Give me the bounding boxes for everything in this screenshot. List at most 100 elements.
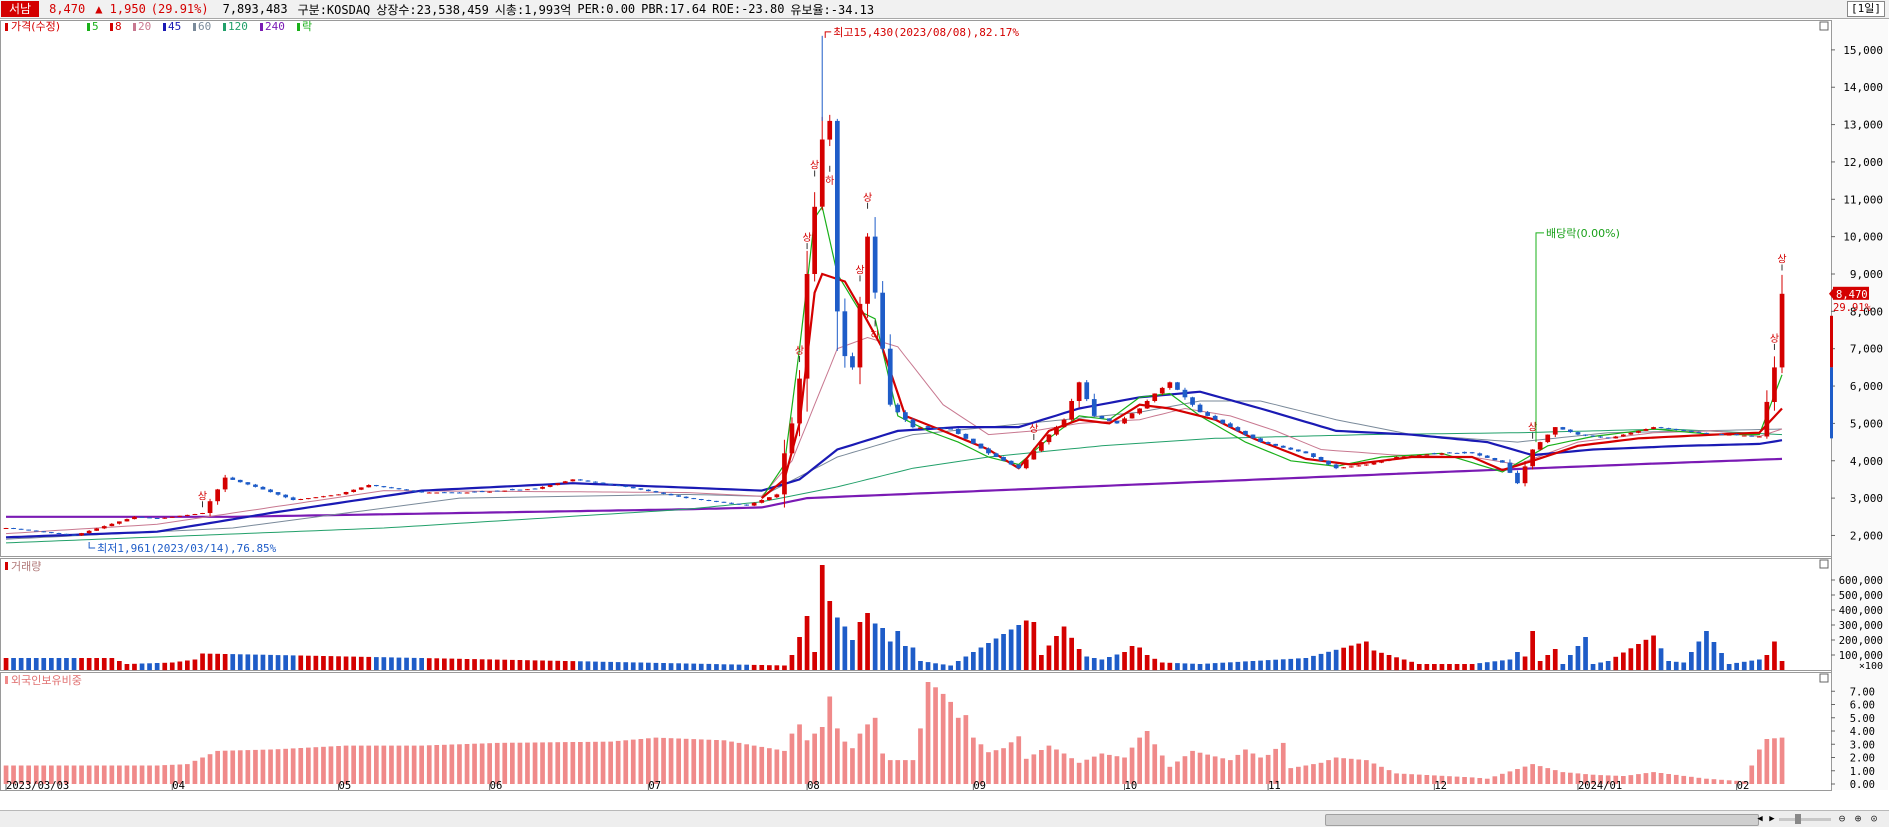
foreign-bar bbox=[955, 717, 961, 785]
foreign-bar bbox=[918, 728, 923, 784]
candle bbox=[283, 494, 288, 498]
pbr-value: PBR:17.64 bbox=[641, 2, 707, 16]
volume-bar bbox=[1318, 653, 1324, 670]
volume-bar bbox=[1454, 664, 1460, 670]
volume-bar bbox=[147, 663, 152, 671]
foreign-bar bbox=[721, 740, 727, 784]
foreign-bar bbox=[759, 746, 765, 784]
volume-bar bbox=[835, 617, 840, 670]
foreign-bar bbox=[880, 753, 885, 784]
scrollbar-thumb[interactable] bbox=[1325, 814, 1759, 826]
volume-bar bbox=[502, 659, 508, 670]
volume-bar bbox=[1190, 663, 1195, 670]
foreign-bar bbox=[1757, 749, 1762, 784]
foreign-bar bbox=[1069, 758, 1074, 784]
foreign-bar bbox=[578, 742, 583, 784]
foreign-bar bbox=[789, 733, 795, 784]
foreign-bar bbox=[1643, 773, 1649, 784]
volume-bar bbox=[487, 659, 492, 670]
foreign-bar bbox=[1711, 779, 1717, 784]
foreign-bar bbox=[993, 750, 999, 784]
foreign-bar bbox=[593, 741, 598, 784]
foreign-bar bbox=[1054, 749, 1059, 784]
foreign-bar bbox=[1681, 775, 1687, 784]
candle bbox=[1341, 467, 1346, 469]
candle bbox=[887, 348, 893, 405]
stock-chart[interactable]: 2,0003,0004,0005,0006,0007,0008,0009,000… bbox=[0, 19, 1889, 810]
volume-bar bbox=[857, 622, 863, 670]
candle bbox=[328, 495, 334, 497]
foreign-bar bbox=[827, 696, 833, 784]
volume-bar bbox=[479, 659, 485, 670]
foreign-bar bbox=[336, 746, 341, 784]
panel-button bbox=[1819, 673, 1829, 683]
foreign-bar bbox=[1537, 766, 1543, 784]
period-selector[interactable]: [1일] bbox=[1847, 1, 1885, 17]
candle bbox=[1605, 437, 1611, 439]
legend-ma-label: 240 bbox=[265, 20, 285, 33]
volume-bar bbox=[1568, 655, 1573, 670]
volume-bar bbox=[200, 653, 205, 670]
price-panel bbox=[0, 20, 1832, 557]
foreign-bar bbox=[472, 743, 477, 784]
candle bbox=[1084, 382, 1090, 400]
zoom-reset-icon[interactable]: ⊙ bbox=[1867, 812, 1881, 826]
foreign-bar bbox=[185, 764, 190, 784]
candle bbox=[1046, 434, 1052, 443]
foreign-bar bbox=[358, 745, 364, 784]
foreign-bar bbox=[767, 748, 772, 784]
foreign-bar bbox=[1039, 750, 1044, 784]
foreign-bar bbox=[449, 744, 455, 784]
candle bbox=[646, 489, 651, 492]
zoom-in-icon[interactable]: ⊕ bbox=[1851, 812, 1865, 826]
candle bbox=[1167, 382, 1173, 388]
candle bbox=[1175, 382, 1180, 390]
price-tick-label: 9,000 bbox=[1850, 268, 1883, 281]
volume-bar bbox=[1273, 659, 1278, 670]
volume-bar bbox=[358, 656, 364, 670]
candle bbox=[1484, 455, 1490, 458]
volume-bar bbox=[1144, 655, 1150, 670]
candle bbox=[971, 438, 976, 444]
zoom-out-icon[interactable]: ⊖ bbox=[1835, 812, 1849, 826]
candle bbox=[321, 496, 326, 498]
candle bbox=[1560, 427, 1566, 430]
legend-ma-marker bbox=[163, 23, 166, 31]
legend-ma-marker bbox=[87, 23, 90, 31]
zoom-slider[interactable] bbox=[1779, 818, 1831, 821]
candle bbox=[313, 497, 319, 499]
price-tick-label: 10,000 bbox=[1843, 231, 1883, 244]
scroll-left-icon[interactable]: ◀ bbox=[1755, 813, 1765, 825]
foreign-bar bbox=[237, 750, 243, 784]
foreign-bar bbox=[1333, 757, 1339, 784]
candle bbox=[668, 493, 674, 496]
horizontal-scrollbar[interactable]: ◀ ▶ ⊖ ⊕ ⊙ bbox=[0, 810, 1889, 827]
foreign-bar bbox=[1129, 747, 1135, 784]
foreign-bar bbox=[268, 749, 273, 784]
zoom-slider-knob[interactable] bbox=[1795, 814, 1801, 824]
foreign-bar bbox=[1666, 774, 1671, 784]
stock-name[interactable]: 서남 bbox=[1, 1, 40, 17]
scroll-right-icon[interactable]: ▶ bbox=[1767, 813, 1777, 825]
candle bbox=[676, 495, 681, 497]
foreign-bar bbox=[1424, 775, 1430, 784]
foreign-bar bbox=[464, 744, 470, 784]
foreign-bar bbox=[117, 765, 122, 784]
volume-bar bbox=[1424, 664, 1430, 670]
volume-bar bbox=[1462, 664, 1467, 670]
volume-bar bbox=[1469, 664, 1475, 670]
foreign-tick-label: 4.00 bbox=[1850, 726, 1875, 738]
candle bbox=[918, 427, 923, 429]
foreign-bar bbox=[1228, 760, 1233, 784]
volume-bar bbox=[1220, 662, 1226, 670]
high-annotation: 최고15,430(2023/08/08),82.17% bbox=[833, 26, 1019, 39]
volume-bar bbox=[1197, 664, 1203, 670]
foreign-tick-label: 1.00 bbox=[1850, 766, 1875, 778]
candle bbox=[933, 427, 938, 429]
foreign-bar bbox=[895, 760, 901, 784]
volume-bar bbox=[562, 661, 568, 670]
foreign-bar bbox=[1159, 755, 1165, 784]
volume-bar bbox=[1530, 631, 1535, 670]
volume-bar bbox=[887, 641, 893, 670]
volume-bar bbox=[540, 660, 545, 670]
